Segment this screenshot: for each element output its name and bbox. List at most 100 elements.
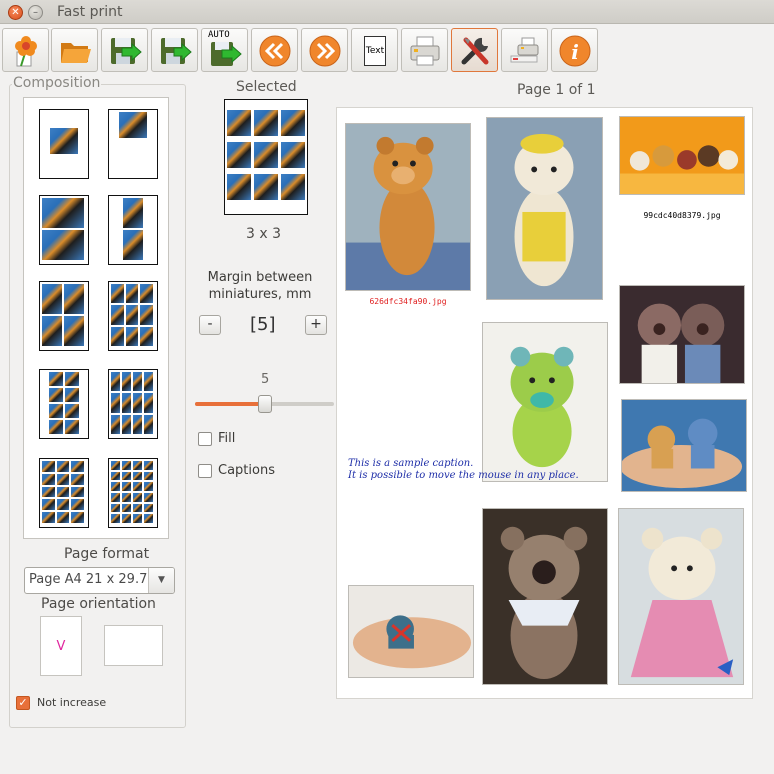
text-button[interactable]: Text: [351, 28, 398, 72]
layout-miniature: [64, 284, 84, 314]
layout-miniature: [133, 372, 142, 392]
photo-bear-pink-dress[interactable]: [618, 508, 744, 685]
margin-label: Margin between miniatures, mm: [207, 270, 313, 302]
photo-bear-group[interactable]: [619, 116, 745, 195]
layout-miniature: [122, 471, 131, 481]
layout-miniature: [133, 414, 142, 434]
layout-option[interactable]: [39, 369, 89, 439]
page-format-value: Page A4 21 x 29.7: [29, 572, 148, 587]
layout-miniature: [64, 316, 84, 346]
layout-option[interactable]: [39, 281, 89, 351]
layout-miniature: [111, 372, 120, 392]
layout-miniature: [144, 503, 153, 513]
save-arrow-icon: [111, 38, 142, 64]
layout-miniature: [56, 461, 70, 472]
auto-save-icon: [211, 42, 242, 66]
page-format-select[interactable]: Page A4 21 x 29.7 ▼: [24, 567, 175, 594]
fast-forward-icon: [309, 35, 341, 67]
margin-slider-value: 5: [261, 372, 270, 387]
printer-setup-icon: [510, 37, 539, 63]
layout-option[interactable]: [108, 109, 158, 179]
landscape-orientation-button[interactable]: [104, 625, 163, 666]
settings-button[interactable]: [451, 28, 498, 72]
save-button[interactable]: [151, 28, 198, 72]
photo-white-bear[interactable]: [486, 117, 603, 300]
layout-miniature: [71, 512, 84, 523]
info-icon: i: [559, 35, 591, 67]
margin-value: [5]: [250, 314, 276, 335]
rewind-icon: [259, 35, 291, 67]
selected-label: Selected: [236, 79, 297, 95]
layout-option[interactable]: [39, 458, 89, 528]
layout-miniature: [49, 388, 63, 402]
layout-miniature: [125, 326, 139, 346]
layout-miniature: [111, 305, 124, 325]
layout-miniature: [122, 503, 131, 513]
open-folder-button[interactable]: [51, 28, 98, 72]
layout-miniature: [42, 512, 55, 523]
layout-miniature: [123, 198, 143, 228]
layout-miniature: [65, 420, 79, 434]
layout-miniature: [111, 471, 120, 481]
layout-miniature: [56, 486, 70, 498]
margin-increase-button[interactable]: +: [305, 315, 327, 335]
portrait-orientation-button[interactable]: V: [40, 616, 82, 676]
grid-size-label: 3 x 3: [246, 226, 281, 242]
margin-slider-handle[interactable]: [257, 395, 272, 413]
title-bar: ✕ – Fast print: [0, 0, 774, 24]
layout-miniature: [140, 284, 153, 304]
layout-miniature: [65, 404, 79, 418]
fill-checkbox[interactable]: [198, 432, 212, 446]
photo-caption: 626dfc34fa90.jpg: [369, 297, 447, 306]
next-button[interactable]: [301, 28, 348, 72]
printer-icon: [410, 36, 440, 66]
margin-decrease-button[interactable]: -: [199, 315, 221, 335]
layout-miniature: [122, 514, 131, 523]
window-title: Fast print: [57, 4, 123, 20]
layout-option[interactable]: [108, 369, 158, 439]
composition-button[interactable]: [2, 28, 49, 72]
composition-label: Composition: [12, 75, 102, 91]
photo-orange-bear[interactable]: [345, 123, 471, 291]
print-button[interactable]: [401, 28, 448, 72]
close-window-button[interactable]: ✕: [8, 5, 23, 20]
svg-text:i: i: [571, 40, 579, 64]
info-button[interactable]: i: [551, 28, 598, 72]
auto-save-button[interactable]: AUTO: [201, 28, 248, 72]
layout-option[interactable]: [108, 195, 158, 265]
layout-option[interactable]: [108, 281, 158, 351]
layout-option[interactable]: [39, 195, 89, 265]
layout-option[interactable]: [108, 458, 158, 528]
printer-setup-button[interactable]: [501, 28, 548, 72]
layout-miniature: [50, 128, 78, 154]
sample-caption-line: This is a sample caption.: [348, 458, 474, 469]
margin-slider-fill: [195, 402, 265, 406]
photo-brown-bear-scarf[interactable]: [482, 508, 608, 685]
chevron-down-icon[interactable]: ▼: [148, 568, 174, 593]
previous-button[interactable]: [251, 28, 298, 72]
layout-miniature: [111, 414, 120, 434]
sample-caption[interactable]: This is a sample caption. It is possible…: [348, 458, 579, 482]
layout-option[interactable]: [39, 109, 89, 179]
layout-miniature: [111, 393, 120, 413]
layout-miniature: [122, 493, 131, 502]
photo-bear-couple[interactable]: [619, 285, 745, 384]
captions-checkbox[interactable]: [198, 464, 212, 478]
layout-miniature: [133, 514, 142, 523]
layout-miniature: [42, 230, 84, 260]
photo-blue-bear-palm[interactable]: [348, 585, 474, 678]
layout-miniature: [56, 499, 70, 511]
layout-miniature: [65, 388, 79, 402]
orange-bear-image: [346, 124, 470, 290]
minimize-window-button[interactable]: –: [28, 5, 43, 20]
not-increase-checkbox[interactable]: ✓: [16, 696, 30, 710]
tools-icon: [461, 37, 489, 65]
photo-tiny-bears-hand[interactable]: [621, 399, 747, 492]
captions-label: Captions: [218, 463, 275, 478]
layout-miniature: [122, 461, 131, 470]
bear-couple-image: [620, 286, 744, 383]
composition-list[interactable]: [23, 97, 169, 539]
layout-miniature: [119, 112, 147, 138]
save-next-button[interactable]: [101, 28, 148, 72]
layout-miniature: [133, 461, 142, 470]
